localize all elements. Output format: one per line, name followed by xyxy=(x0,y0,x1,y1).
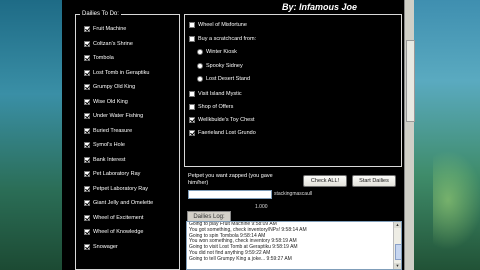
checkbox-box[interactable] xyxy=(84,185,90,192)
dailies-group-label: Dailies To Do: xyxy=(80,11,121,17)
checkbox-box[interactable] xyxy=(189,104,195,110)
petpet-input[interactable] xyxy=(188,190,272,199)
checkbox-box[interactable] xyxy=(84,171,90,177)
log-line: Going to tell Grumpy King a joke... 9:59… xyxy=(189,255,292,262)
petpet-side-value: stackingmascaull xyxy=(274,191,313,197)
checkbox-box[interactable] xyxy=(189,117,195,123)
daily-checkbox[interactable]: Buried Treasure xyxy=(84,127,133,134)
scrollbar-thumb[interactable] xyxy=(406,40,415,122)
checkbox-box[interactable] xyxy=(84,98,90,105)
daily-checkbox[interactable]: Lost Tomb in Geraptiku xyxy=(84,69,150,76)
daily-checkbox-label: Snowager xyxy=(93,243,118,250)
checkbox-box[interactable] xyxy=(84,200,90,206)
extra-checkbox[interactable]: Shop of Offers xyxy=(189,104,233,110)
start-dailies-button[interactable]: Start Dailies xyxy=(352,175,396,187)
window-scrollbar[interactable] xyxy=(404,0,415,270)
daily-checkbox-label: Wise Old King xyxy=(93,98,128,105)
checkbox-box[interactable] xyxy=(189,130,195,136)
extra-checkbox-label: Wellkbulde's Toy Chest xyxy=(198,117,255,123)
daily-checkbox[interactable]: Tombola xyxy=(84,55,114,61)
checkbox-box[interactable] xyxy=(84,40,90,47)
checkbox-box[interactable] xyxy=(84,26,90,32)
scroll-up-arrow-icon[interactable]: ▲ xyxy=(394,222,401,228)
daily-checkbox[interactable]: Wheel of Excitement xyxy=(84,214,144,221)
daily-checkbox[interactable]: Pet Laboratory Ray xyxy=(84,171,140,177)
scratchcard-radio-label: Winter Kiosk xyxy=(206,49,237,55)
extra-checkbox-label: Shop of Offers xyxy=(198,104,234,110)
scratchcard-radio[interactable]: Spooky Sidney xyxy=(197,63,243,69)
daily-checkbox-label: Coltzan's Shrine xyxy=(93,40,133,47)
daily-checkbox[interactable]: Petpet Laboratory Ray xyxy=(84,185,149,192)
desktop-background-left xyxy=(0,0,62,270)
daily-checkbox-label: Buried Treasure xyxy=(93,127,133,134)
daily-checkbox[interactable]: Snowager xyxy=(84,243,118,250)
daily-checkbox[interactable]: Wise Old King xyxy=(84,98,128,105)
scratchcard-radio[interactable]: Winter Kiosk xyxy=(197,49,237,55)
extra-checkbox[interactable]: Wheel of Misfortune xyxy=(189,22,247,28)
checkbox-box[interactable] xyxy=(189,91,195,97)
daily-checkbox-label: Pet Laboratory Ray xyxy=(93,171,141,177)
tab-dailies-log[interactable]: Dailies Log: xyxy=(187,211,231,221)
daily-checkbox[interactable]: Coltzan's Shrine xyxy=(84,40,133,47)
log-scroll-thumb[interactable] xyxy=(395,244,401,260)
checkbox-box[interactable] xyxy=(84,84,90,90)
daily-checkbox[interactable]: Bank Interest xyxy=(84,156,126,163)
checkbox-box[interactable] xyxy=(84,142,90,148)
radio-dot[interactable] xyxy=(197,49,203,55)
petpet-count: 1.000 xyxy=(255,204,268,210)
checkbox-box[interactable] xyxy=(84,156,90,163)
daily-checkbox-label: Under Water Fishing xyxy=(93,113,144,119)
radio-dot[interactable] xyxy=(197,63,203,69)
extra-checkbox-label: Faerieland Lost Grundo xyxy=(198,130,256,136)
daily-checkbox-label: Grumpy Old King xyxy=(93,84,136,90)
extra-checkbox[interactable]: Wellkbulde's Toy Chest xyxy=(189,117,255,123)
scroll-down-arrow-icon[interactable]: ▼ xyxy=(394,263,401,269)
checkbox-box[interactable] xyxy=(84,55,90,61)
app-title: By: Infamous Joe xyxy=(282,2,358,12)
extra-checkbox-label: Visit Island Mystic xyxy=(198,91,242,97)
radio-dot[interactable] xyxy=(197,76,203,82)
checkbox-box[interactable] xyxy=(84,127,90,134)
daily-checkbox[interactable]: Wheel of Knowledge xyxy=(84,229,143,235)
desktop-background-right xyxy=(413,0,480,270)
checkbox-box[interactable] xyxy=(189,22,195,28)
check-all-button[interactable]: Check ALL! xyxy=(303,175,347,187)
checkbox-box[interactable] xyxy=(84,243,90,250)
checkbox-box[interactable] xyxy=(84,69,90,76)
dailies-log: Going to play Fruit Machine 9:58:09 AM Yo… xyxy=(186,221,402,270)
extra-checkbox-label: Wheel of Misfortune xyxy=(198,22,247,28)
daily-checkbox[interactable]: Grumpy Old King xyxy=(84,84,135,90)
checkbox-box[interactable] xyxy=(84,229,90,235)
scratchcard-radio[interactable]: Lost Desert Stand xyxy=(197,76,250,82)
log-scrollbar[interactable]: ▲ ▼ xyxy=(393,222,401,269)
daily-checkbox[interactable]: Giant Jelly and Omelette xyxy=(84,200,153,206)
daily-checkbox[interactable]: Symol's Hole xyxy=(84,142,125,148)
daily-checkbox-label: Lost Tomb in Geraptiku xyxy=(93,69,150,76)
checkbox-box[interactable] xyxy=(84,113,90,119)
daily-checkbox-label: Fruit Machine xyxy=(93,26,127,32)
checkbox-box[interactable] xyxy=(189,36,195,42)
daily-checkbox[interactable]: Fruit Machine xyxy=(84,26,126,32)
extra-checkbox[interactable]: Visit Island Mystic xyxy=(189,91,242,97)
daily-checkbox-label: Bank Interest xyxy=(93,156,126,163)
extra-checkbox[interactable]: Buy a scratchcard from: xyxy=(189,36,256,42)
daily-checkbox-label: Wheel of Knowledge xyxy=(93,229,144,235)
extra-checkbox[interactable]: Faerieland Lost Grundo xyxy=(189,130,256,136)
app-window: By: Infamous Joe Dailies To Do: Fruit Ma… xyxy=(62,0,404,270)
scratchcard-radio-label: Spooky Sidney xyxy=(206,63,243,69)
daily-checkbox-label: Symol's Hole xyxy=(93,142,125,148)
scratchcard-radio-label: Lost Desert Stand xyxy=(206,76,251,82)
daily-checkbox[interactable]: Under Water Fishing xyxy=(84,113,143,119)
extra-checkbox-label: Buy a scratchcard from: xyxy=(198,36,257,42)
daily-checkbox-label: Giant Jelly and Omelette xyxy=(93,200,154,206)
petpet-prompt: Petpet you want zapped (you gave him/her… xyxy=(188,173,273,186)
daily-checkbox-label: Wheel of Excitement xyxy=(93,214,144,221)
daily-checkbox-label: Tombola xyxy=(93,55,114,61)
daily-checkbox-label: Petpet Laboratory Ray xyxy=(93,185,149,192)
checkbox-box[interactable] xyxy=(84,214,90,221)
